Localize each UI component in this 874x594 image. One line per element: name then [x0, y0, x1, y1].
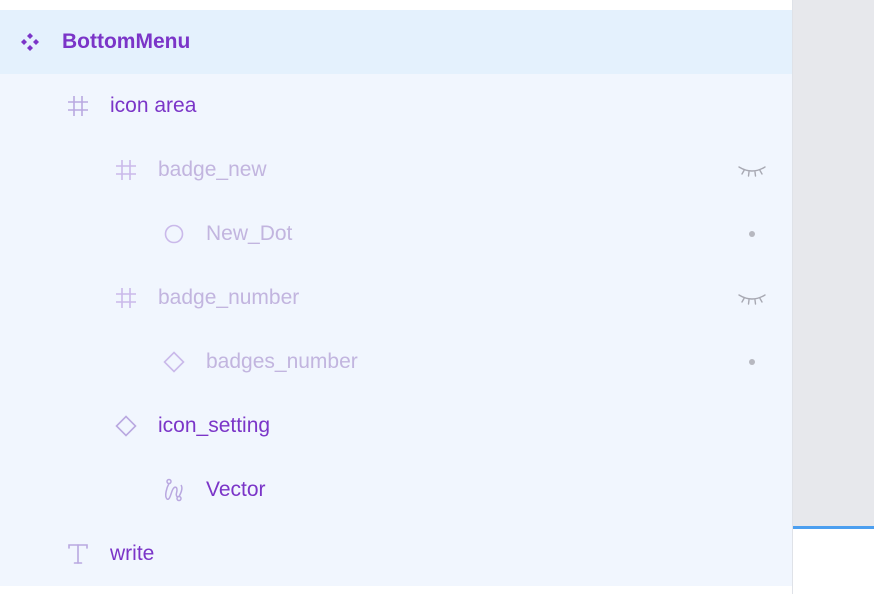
layer-row-badge-number[interactable]: badge_number: [0, 266, 792, 330]
layer-row-badges-number[interactable]: badges_number: [0, 330, 792, 394]
canvas-area[interactable]: [793, 0, 874, 526]
layers-panel: BottomMenu icon area badge_new New_Dot b…: [0, 10, 792, 586]
instance-icon: [114, 414, 138, 438]
frame-icon: [114, 158, 138, 182]
layer-label: New_Dot: [206, 222, 293, 245]
layer-label: badges_number: [206, 350, 358, 373]
layer-label: BottomMenu: [62, 30, 191, 53]
layer-label: Vector: [206, 478, 266, 501]
layer-label: write: [110, 542, 155, 565]
layer-label: badge_new: [158, 158, 267, 181]
layer-row-icon-setting[interactable]: icon_setting: [0, 394, 792, 458]
frame-icon: [114, 286, 138, 310]
vector-icon: [162, 478, 186, 502]
layer-row-vector[interactable]: Vector: [0, 458, 792, 522]
text-icon: [66, 542, 90, 566]
layer-row-write[interactable]: write: [0, 522, 792, 586]
eye-closed-icon[interactable]: [737, 290, 767, 306]
layer-label: icon_setting: [158, 414, 271, 437]
layer-label: icon area: [110, 94, 197, 117]
layer-row-icon-area[interactable]: icon area: [0, 74, 792, 138]
dot-icon[interactable]: [749, 359, 755, 365]
layer-row-new-dot[interactable]: New_Dot: [0, 202, 792, 266]
eye-closed-icon[interactable]: [737, 162, 767, 178]
layer-label: badge_number: [158, 286, 300, 309]
component-icon: [18, 30, 42, 54]
instance-icon: [162, 350, 186, 374]
dot-icon[interactable]: [749, 231, 755, 237]
layer-row-badge-new[interactable]: badge_new: [0, 138, 792, 202]
layer-row-bottommenu[interactable]: BottomMenu: [0, 10, 792, 74]
frame-icon: [66, 94, 90, 118]
canvas-bottom: [793, 529, 874, 594]
ellipse-icon: [162, 222, 186, 246]
